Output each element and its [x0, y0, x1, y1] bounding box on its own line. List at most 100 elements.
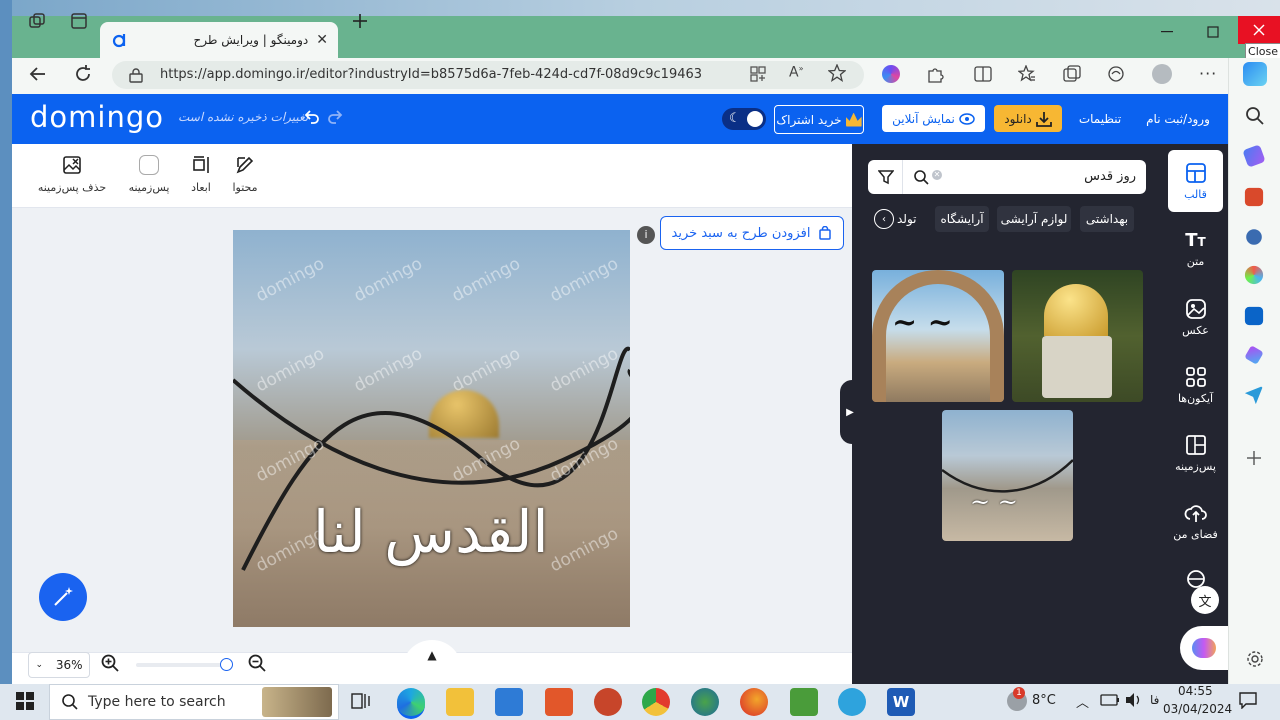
design-canvas[interactable]: domingo domingo domingo domingo domingo … — [233, 230, 630, 627]
zoom-in-icon[interactable] — [101, 654, 119, 672]
template-thumbnail[interactable] — [1012, 270, 1143, 402]
domingo-logo[interactable]: domingo — [30, 100, 164, 134]
task-view-icon[interactable] — [351, 692, 371, 710]
tab-close-icon[interactable]: ✕ — [316, 32, 328, 48]
battery-icon[interactable] — [1100, 694, 1120, 706]
spreadsheet-app-icon[interactable] — [790, 688, 818, 716]
category-chip[interactable]: تولد — [897, 206, 927, 232]
category-chip[interactable]: آرایشگاه — [935, 206, 989, 232]
remove-background-tool[interactable]: حذف پس‌زمینه — [34, 155, 110, 194]
read-aloud-icon[interactable]: A» — [789, 64, 803, 81]
template-thumbnail[interactable]: ~ ~ — [942, 410, 1073, 541]
search-input[interactable]: روز قدس — [1084, 169, 1136, 184]
search-sidebar-icon[interactable] — [1245, 106, 1265, 126]
rail-item-photo[interactable]: عکس — [1168, 286, 1223, 348]
chevron-left-icon[interactable]: ‹ — [874, 209, 894, 229]
magic-wand-button[interactable] — [39, 573, 87, 621]
edge-taskbar-icon[interactable] — [397, 688, 425, 719]
add-to-cart-button[interactable]: افزودن طرح به سبد خرید — [660, 216, 844, 250]
collapse-panel-button[interactable]: ▶ — [840, 380, 860, 444]
profile-avatar[interactable] — [1152, 64, 1172, 84]
clear-search-icon[interactable]: ✕ — [932, 170, 942, 180]
rail-item-template[interactable]: قالب — [1168, 150, 1223, 212]
template-thumbnail[interactable]: ~ ~ — [872, 270, 1004, 402]
chrome-icon[interactable] — [642, 688, 670, 716]
settings-link[interactable]: تنظیمات — [1072, 105, 1128, 132]
zoom-select[interactable]: ⌄ 36% — [28, 652, 90, 678]
rail-item-background[interactable]: پس‌زمینه — [1168, 422, 1223, 484]
taskbar-search-box[interactable]: Type here to search — [49, 684, 339, 720]
collections-icon[interactable] — [1063, 65, 1081, 83]
zoom-slider-handle[interactable] — [220, 658, 233, 671]
microsoft-365-icon[interactable] — [1244, 265, 1264, 285]
redo-icon[interactable] — [328, 109, 344, 125]
ai-assistant-button[interactable] — [1180, 626, 1228, 670]
app-available-icon[interactable] — [750, 66, 766, 82]
microsoft-store-icon[interactable] — [495, 688, 523, 716]
split-screen-icon[interactable] — [974, 65, 992, 83]
weather-icon[interactable]: 1 — [1007, 687, 1027, 711]
dark-mode-toggle[interactable]: ☾ — [722, 108, 766, 130]
dimensions-tool[interactable]: ابعاد — [186, 155, 216, 194]
filter-icon[interactable] — [878, 169, 894, 185]
clock-time[interactable]: 04:55 — [1178, 684, 1213, 698]
category-chip[interactable]: لوازم آرایشی — [997, 206, 1071, 232]
pdf-app-icon[interactable] — [594, 688, 622, 716]
notification-center-icon[interactable] — [1238, 691, 1258, 709]
tab-actions-icon[interactable] — [64, 6, 94, 36]
zoom-out-icon[interactable] — [248, 654, 266, 672]
back-icon[interactable] — [28, 64, 48, 84]
games-icon[interactable] — [1246, 229, 1262, 245]
new-tab-icon[interactable] — [345, 6, 375, 36]
telegram-icon[interactable] — [838, 688, 866, 716]
zoom-slider[interactable] — [136, 663, 226, 667]
search-highlight-image — [262, 687, 332, 717]
calligraphy-text[interactable]: القدس لنا — [313, 498, 549, 566]
info-icon[interactable]: i — [637, 226, 655, 244]
copilot-icon[interactable] — [1243, 62, 1267, 86]
template-search-box[interactable]: ✕ روز قدس — [868, 160, 1146, 194]
download-manager-icon[interactable] — [691, 688, 719, 716]
category-chip[interactable]: بهداشتی — [1080, 206, 1134, 232]
background-tool[interactable]: پس‌زمینه — [126, 155, 172, 194]
login-link[interactable]: ورود/ثبت نام — [1140, 105, 1216, 132]
rail-item-icons[interactable]: آیکون‌ها — [1168, 354, 1223, 416]
refresh-icon[interactable] — [73, 64, 93, 84]
maximize-icon[interactable] — [1198, 22, 1228, 42]
online-preview-button[interactable]: نمایش آنلاین — [882, 105, 985, 132]
rail-item-text[interactable]: TT متن — [1168, 218, 1223, 280]
copilot-extension-icon[interactable] — [882, 65, 900, 83]
temperature[interactable]: 8°C — [1032, 693, 1056, 708]
file-explorer-icon[interactable] — [446, 688, 474, 716]
workspaces-icon[interactable] — [22, 6, 52, 36]
content-tool[interactable]: محتوا — [228, 155, 262, 194]
windows-start-icon[interactable] — [16, 692, 34, 710]
add-sidebar-app-icon[interactable] — [1246, 450, 1262, 466]
undo-icon[interactable] — [303, 109, 319, 125]
minimize-icon[interactable] — [1152, 22, 1182, 42]
sidebar-settings-icon[interactable] — [1246, 650, 1264, 668]
chevron-up-icon[interactable]: ︿ — [1076, 692, 1089, 711]
download-button[interactable]: دانلود — [994, 105, 1062, 132]
favorite-star-icon[interactable] — [828, 64, 846, 82]
volume-icon[interactable] — [1124, 692, 1144, 708]
site-info-icon[interactable] — [128, 67, 144, 83]
rail-item-my-space[interactable]: فضای من — [1168, 490, 1223, 552]
more-options-icon[interactable]: ··· — [1199, 64, 1217, 83]
outlook-icon[interactable] — [1244, 306, 1264, 326]
favorites-icon[interactable] — [1018, 65, 1036, 83]
tools-icon[interactable] — [1244, 187, 1264, 207]
extensions-icon[interactable] — [926, 65, 944, 83]
canva-like-app-icon[interactable] — [545, 688, 573, 716]
url-text[interactable]: https://app.domingo.ir/editor?industryId… — [160, 67, 702, 82]
window-close-button[interactable] — [1238, 16, 1280, 44]
browser-tab[interactable]: دومینگو | ویرایش طرح ✕ — [100, 22, 338, 58]
language-indicator[interactable]: فا — [1150, 693, 1159, 707]
search-icon[interactable] — [914, 170, 929, 185]
translate-icon[interactable]: 文 — [1191, 586, 1219, 614]
clock-date[interactable]: 03/04/2024 — [1163, 702, 1232, 716]
word-icon[interactable]: W — [887, 688, 915, 716]
browser-essentials-icon[interactable] — [1107, 65, 1125, 83]
firefox-icon[interactable] — [740, 688, 768, 716]
subscribe-button[interactable]: خرید اشتراک — [774, 105, 864, 134]
